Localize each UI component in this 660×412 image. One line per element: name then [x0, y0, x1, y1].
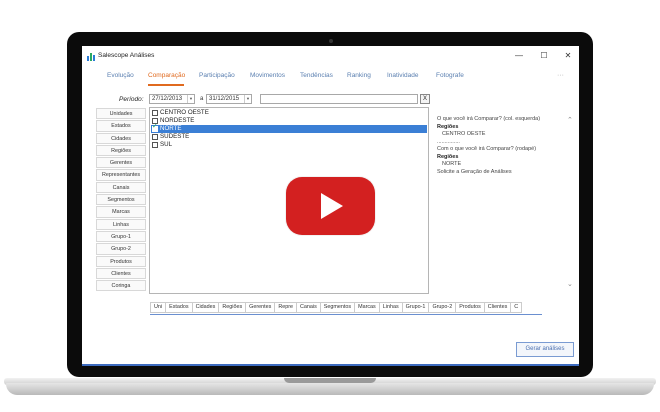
status-bar: [82, 364, 579, 366]
info-divider: ...............: [437, 138, 460, 145]
category-grupo-1[interactable]: Grupo-1: [96, 230, 146, 243]
btab-estados[interactable]: Estados: [166, 302, 193, 313]
laptop-notch: [284, 378, 376, 383]
checkbox[interactable]: [152, 142, 158, 148]
checkbox[interactable]: [152, 110, 158, 116]
btab-linhas[interactable]: Linhas: [379, 302, 403, 313]
category-list: Unidades Estados Cidades Regiões Gerente…: [96, 108, 146, 292]
region-label: CENTRO OESTE: [160, 109, 209, 116]
more-tabs-icon[interactable]: ···: [557, 72, 564, 79]
period-label: Período:: [119, 96, 144, 103]
title-bar: Salescope Análises — ☐ ✕: [82, 46, 579, 66]
window-title: Salescope Análises: [98, 52, 155, 59]
period-separator: a: [200, 96, 204, 102]
region-label: NORDESTE: [160, 117, 195, 124]
region-label: SUL: [160, 141, 173, 148]
category-unidades[interactable]: Unidades: [96, 108, 146, 120]
active-tab-indicator: [148, 84, 184, 86]
btab-c[interactable]: C: [511, 302, 523, 313]
btab-produtos[interactable]: Produtos: [456, 302, 485, 313]
date-from-field[interactable]: 27/12/2013 ▼: [149, 94, 195, 104]
compare-with-tabs: Uni Estados Cidades Regiões Gerentes Repre Can…: [150, 302, 523, 313]
btab-uni[interactable]: Uni: [150, 302, 167, 313]
tab-inatividade[interactable]: Inatividade: [387, 72, 418, 79]
btab-grupo-2[interactable]: Grupo-2: [429, 302, 457, 313]
main-tabs: Evolução Comparação Participação Movimen…: [102, 72, 572, 84]
category-linhas[interactable]: Linhas: [96, 218, 146, 230]
region-item-sudeste[interactable]: SUDESTE: [151, 133, 427, 141]
date-from-value: 27/12/2013: [152, 96, 183, 102]
stage: Salescope Análises — ☐ ✕ Evolução Compar…: [0, 0, 660, 412]
region-item-nordeste[interactable]: NORDESTE: [151, 117, 427, 125]
region-label: NORTE: [160, 125, 182, 132]
scroll-up-icon[interactable]: ⌃: [567, 116, 573, 124]
category-gerentes[interactable]: Gerentes: [96, 157, 146, 169]
tab-evolucao[interactable]: Evolução: [107, 72, 134, 79]
btab-marcas[interactable]: Marcas: [355, 302, 380, 313]
calendar-dropdown-icon[interactable]: ▼: [187, 95, 194, 103]
btab-repre[interactable]: Repre: [275, 302, 298, 313]
date-to-value: 31/12/2015: [209, 96, 240, 102]
info-group-1: Regiões: [437, 123, 459, 130]
generate-analysis-button[interactable]: Gerar análises: [516, 342, 574, 357]
region-item-centro-oeste[interactable]: CENTRO OESTE: [151, 109, 427, 117]
minimize-button[interactable]: —: [512, 50, 526, 62]
category-produtos[interactable]: Produtos: [96, 255, 146, 267]
btab-clientes[interactable]: Clientes: [484, 302, 512, 313]
tabs-underline: [150, 314, 542, 315]
filter-input[interactable]: [260, 94, 418, 104]
btab-canais[interactable]: Canais: [297, 302, 321, 313]
btab-regioes[interactable]: Regiões: [219, 302, 247, 313]
btab-gerentes[interactable]: Gerentes: [246, 302, 276, 313]
btab-cidades[interactable]: Cidades: [192, 302, 220, 313]
category-cidades[interactable]: Cidades: [96, 132, 146, 144]
btab-grupo-1[interactable]: Grupo-1: [402, 302, 430, 313]
region-item-sul[interactable]: SUL: [151, 141, 427, 149]
region-item-norte[interactable]: ✓ NORTE: [151, 123, 427, 133]
category-grupo-2[interactable]: Grupo-2: [96, 243, 146, 255]
tab-participacao[interactable]: Participação: [199, 72, 235, 79]
checkbox[interactable]: [152, 134, 158, 140]
tab-movimentos[interactable]: Movimentos: [250, 72, 285, 79]
info-group-2: Regiões: [437, 153, 459, 160]
category-clientes[interactable]: Clientes: [96, 267, 146, 280]
category-coringa[interactable]: Coringa: [96, 280, 146, 292]
tab-comparacao[interactable]: Comparação: [148, 72, 185, 79]
category-canais[interactable]: Canais: [96, 181, 146, 194]
info-value-2: NORTE: [442, 161, 462, 167]
app-logo-icon: [87, 53, 95, 61]
info-question-1: O que você irá Comparar? (col. esquerda): [437, 116, 541, 122]
category-estados[interactable]: Estados: [96, 120, 146, 132]
play-icon: [321, 193, 343, 219]
category-marcas[interactable]: Marcas: [96, 206, 146, 218]
region-label: SUDESTE: [160, 133, 190, 140]
video-play-button[interactable]: [286, 177, 375, 235]
calendar-dropdown-icon[interactable]: ▼: [244, 95, 251, 103]
info-value-1: CENTRO OESTE: [442, 131, 486, 137]
category-regioes[interactable]: Regiões: [96, 144, 146, 157]
tab-tendencias[interactable]: Tendências: [300, 72, 333, 79]
camera: [329, 39, 333, 43]
info-question-2: Com o que você irá Comparar? (rodapé): [437, 146, 537, 152]
scroll-down-icon[interactable]: ⌄: [567, 280, 573, 288]
close-button[interactable]: ✕: [561, 50, 575, 62]
date-to-field[interactable]: 31/12/2015 ▼: [206, 94, 252, 104]
clear-filter-button[interactable]: X: [420, 94, 430, 104]
info-hint: Solicite a Geração de Análises: [437, 168, 512, 175]
tab-ranking[interactable]: Ranking: [347, 72, 371, 79]
checkmark-icon: ✓: [152, 123, 158, 130]
maximize-button[interactable]: ☐: [537, 50, 551, 62]
btab-segmentos[interactable]: Segmentos: [320, 302, 356, 313]
laptop-base: [6, 383, 654, 395]
category-representantes[interactable]: Representantes: [96, 169, 146, 181]
category-segmentos[interactable]: Segmentos: [96, 194, 146, 206]
comparison-info-panel: O que você irá Comparar? (col. esquerda)…: [437, 116, 567, 176]
tab-fotografe[interactable]: Fotografe: [436, 72, 464, 79]
